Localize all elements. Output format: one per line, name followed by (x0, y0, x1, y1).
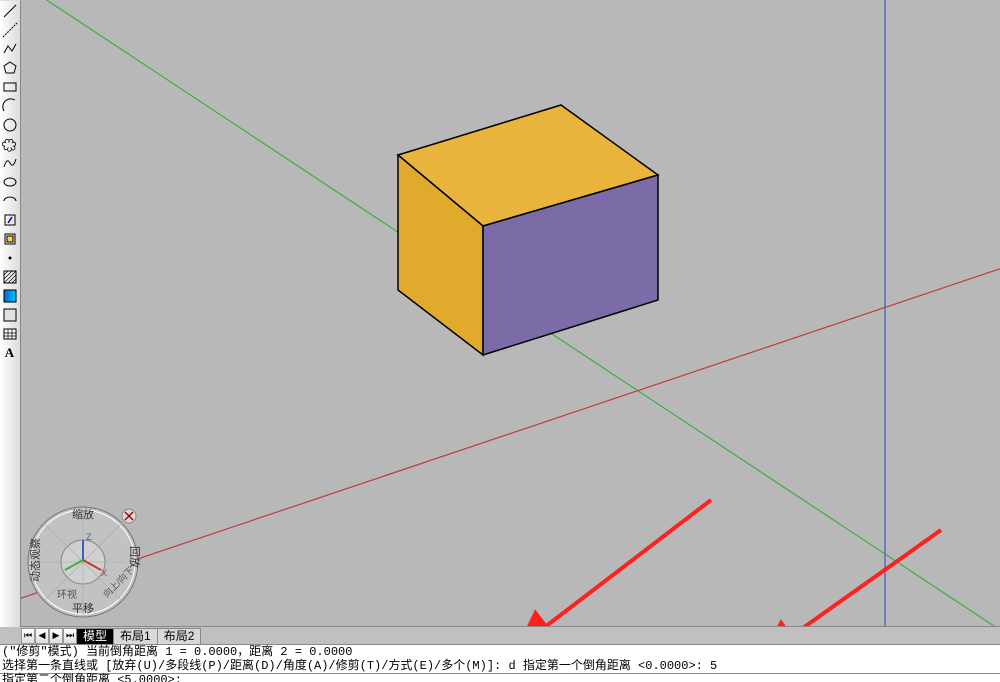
revision-cloud-icon[interactable] (0, 134, 19, 153)
polyline-icon[interactable] (0, 39, 19, 58)
navwheel-right-label[interactable]: 回放 (128, 546, 142, 568)
command-history-line-1: ("修剪"模式) 当前倒角距离 1 = 0.0000，距离 2 = 0.0000 (2, 645, 998, 659)
rectangle-icon[interactable] (0, 77, 19, 96)
tab-next-icon[interactable]: ▶ (49, 628, 63, 644)
ellipse-arc-icon[interactable] (0, 191, 19, 210)
tab-last-icon[interactable]: ⏭ (63, 628, 77, 644)
spline-icon[interactable] (0, 153, 19, 172)
svg-text:Z: Z (86, 532, 92, 542)
command-history-line-2: 选择第一条直线或 [放弃(U)/多段线(P)/距离(D)/角度(A)/修剪(T)… (2, 659, 998, 673)
tab-layout1[interactable]: 布局1 (113, 628, 158, 644)
arc-icon[interactable] (0, 96, 19, 115)
viewport[interactable]: Z X 缩放 平移 动态观察 回放 环视 向上/向下 (21, 0, 1000, 626)
navwheel-bl-label[interactable]: 环视 (57, 588, 77, 601)
tab-prev-icon[interactable]: ◀ (35, 628, 49, 644)
command-input[interactable]: 指定第二个倒角距离 <5.0000>: (0, 673, 1000, 682)
tab-layout2[interactable]: 布局2 (157, 628, 202, 644)
make-block-icon[interactable] (0, 229, 19, 248)
scene-svg (21, 0, 1000, 626)
region-icon[interactable] (0, 305, 19, 324)
gradient-icon[interactable] (0, 286, 19, 305)
line-icon[interactable] (0, 1, 19, 20)
navwheel-left-label[interactable]: 动态观察 (28, 538, 42, 582)
tab-model[interactable]: 模型 (76, 628, 114, 644)
table-icon[interactable] (0, 324, 19, 343)
navwheel-top-label[interactable]: 缩放 (72, 507, 94, 521)
navwheel-bottom-label[interactable]: 平移 (72, 602, 94, 615)
layout-tab-bar: ⏮ ◀ ▶ ⏭ 模型 布局1 布局2 (21, 626, 1000, 644)
navwheel-close-icon[interactable] (122, 509, 136, 523)
point-icon[interactable] (0, 248, 19, 267)
ellipse-icon[interactable] (0, 172, 19, 191)
insert-block-icon[interactable] (0, 210, 19, 229)
hatch-icon[interactable] (0, 267, 19, 286)
construction-line-icon[interactable] (0, 20, 19, 39)
text-icon[interactable]: A (0, 343, 19, 362)
svg-text:X: X (101, 568, 107, 578)
polygon-icon[interactable] (0, 58, 19, 77)
tab-first-icon[interactable]: ⏮ (21, 628, 35, 644)
command-history: ("修剪"模式) 当前倒角距离 1 = 0.0000，距离 2 = 0.0000… (0, 644, 1000, 673)
circle-icon[interactable] (0, 115, 19, 134)
navigation-wheel[interactable]: Z X 缩放 平移 动态观察 回放 环视 向上/向下 (11, 490, 161, 640)
